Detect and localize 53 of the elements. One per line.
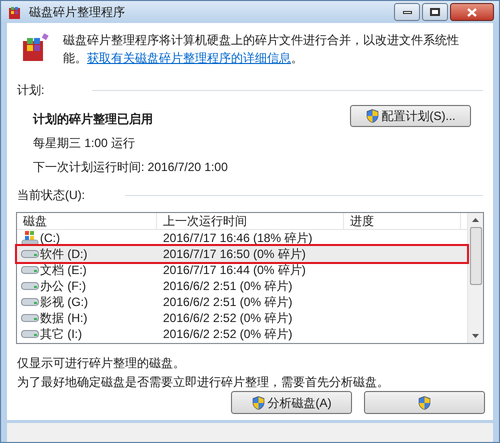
schedule-frequency-text: 每星期三 1:00 运行 (33, 135, 136, 152)
window-title: 磁盘碎片整理程序 (29, 4, 125, 21)
column-header[interactable]: 磁盘 (17, 213, 157, 229)
scrollbar[interactable] (467, 213, 483, 343)
drive-icon (21, 330, 39, 338)
disk-row[interactable]: 其它 (I:) 2016/6/2 2:52 (0% 碎片) (17, 326, 467, 342)
details-link[interactable]: 获取有关磁盘碎片整理程序的详细信息 (87, 51, 291, 65)
disk-name: 数据 (H:) (40, 310, 88, 327)
last-run-text: 2016/7/17 16:46 (18% 碎片) (162, 230, 312, 247)
description-text: 磁盘碎片整理程序将计算机硬盘上的碎片文件进行合并，以改进文件系统性能。获取有关磁盘碎片整理程序的详细信息。 (63, 32, 460, 67)
last-run-text: 2016/6/2 2:51 (0% 碎片) (162, 278, 292, 295)
shield-icon (252, 396, 264, 410)
close-icon (467, 8, 477, 16)
note-text: 仅显示可进行碎片整理的磁盘。 (17, 355, 186, 372)
scroll-up-icon[interactable] (472, 218, 479, 222)
drive-icon (21, 282, 39, 290)
section-label: 计划: (17, 82, 44, 99)
disk-name: 文档 (E:) (40, 262, 87, 279)
configure-schedule-button[interactable]: 配置计划(S)... (350, 105, 471, 127)
disk-name: 软件 (D:) (40, 246, 88, 263)
disk-name: 影视 (G:) (40, 294, 88, 311)
disk-row[interactable]: 办公 (F:) 2016/6/2 2:51 (0% 碎片) (17, 278, 467, 294)
disk-name: (C:) (40, 230, 60, 247)
disk-name: 其它 (I:) (40, 326, 82, 343)
last-run-text: 2016/6/2 2:52 (0% 碎片) (162, 326, 292, 343)
disk-row[interactable]: 数据 (H:) 2016/6/2 2:52 (0% 碎片) (17, 310, 467, 326)
column-header[interactable]: 上一次运行时间 (157, 213, 344, 229)
scroll-down-icon[interactable] (472, 334, 479, 338)
last-run-text: 2016/6/2 2:51 (0% 碎片) (162, 294, 292, 311)
drive-icon (21, 314, 39, 322)
last-run-text: 2016/6/2 2:52 (0% 碎片) (162, 310, 292, 327)
close-button[interactable] (450, 3, 494, 21)
defrag-app-icon (7, 4, 23, 20)
schedule-status-text: 计划的碎片整理已启用 (33, 111, 154, 128)
shield-button[interactable] (364, 391, 485, 414)
disk-name: 办公 (F:) (40, 278, 86, 295)
column-header[interactable]: 进度 (344, 213, 461, 229)
minimize-button[interactable] (394, 3, 420, 21)
drive-icon (21, 266, 39, 274)
section-label: 当前状态(U): (17, 187, 85, 204)
analyze-disk-button[interactable]: 分析磁盘(A) (231, 391, 352, 414)
disk-row[interactable]: 软件 (D:) 2016/7/17 16:50 (0% 碎片) (17, 246, 467, 262)
shield-icon (418, 396, 431, 410)
next-run-text: 下一次计划运行时间: 2016/7/20 1:00 (33, 159, 228, 176)
last-run-text: 2016/7/17 16:44 (0% 碎片) (162, 262, 306, 279)
drive-icon (21, 298, 39, 306)
note-text: 为了最好地确定磁盘是否需要立即进行碎片整理，需要首先分析磁盘。 (17, 374, 390, 391)
drive-icon (21, 250, 39, 258)
maximize-button[interactable] (422, 3, 448, 21)
shield-icon (366, 109, 378, 123)
last-run-text: 2016/7/17 16:50 (0% 碎片) (162, 246, 306, 263)
disk-row[interactable]: 影视 (G:) 2016/6/2 2:51 (0% 碎片) (17, 294, 467, 310)
disk-row[interactable]: 文档 (E:) 2016/7/17 16:44 (0% 碎片) (17, 262, 467, 278)
